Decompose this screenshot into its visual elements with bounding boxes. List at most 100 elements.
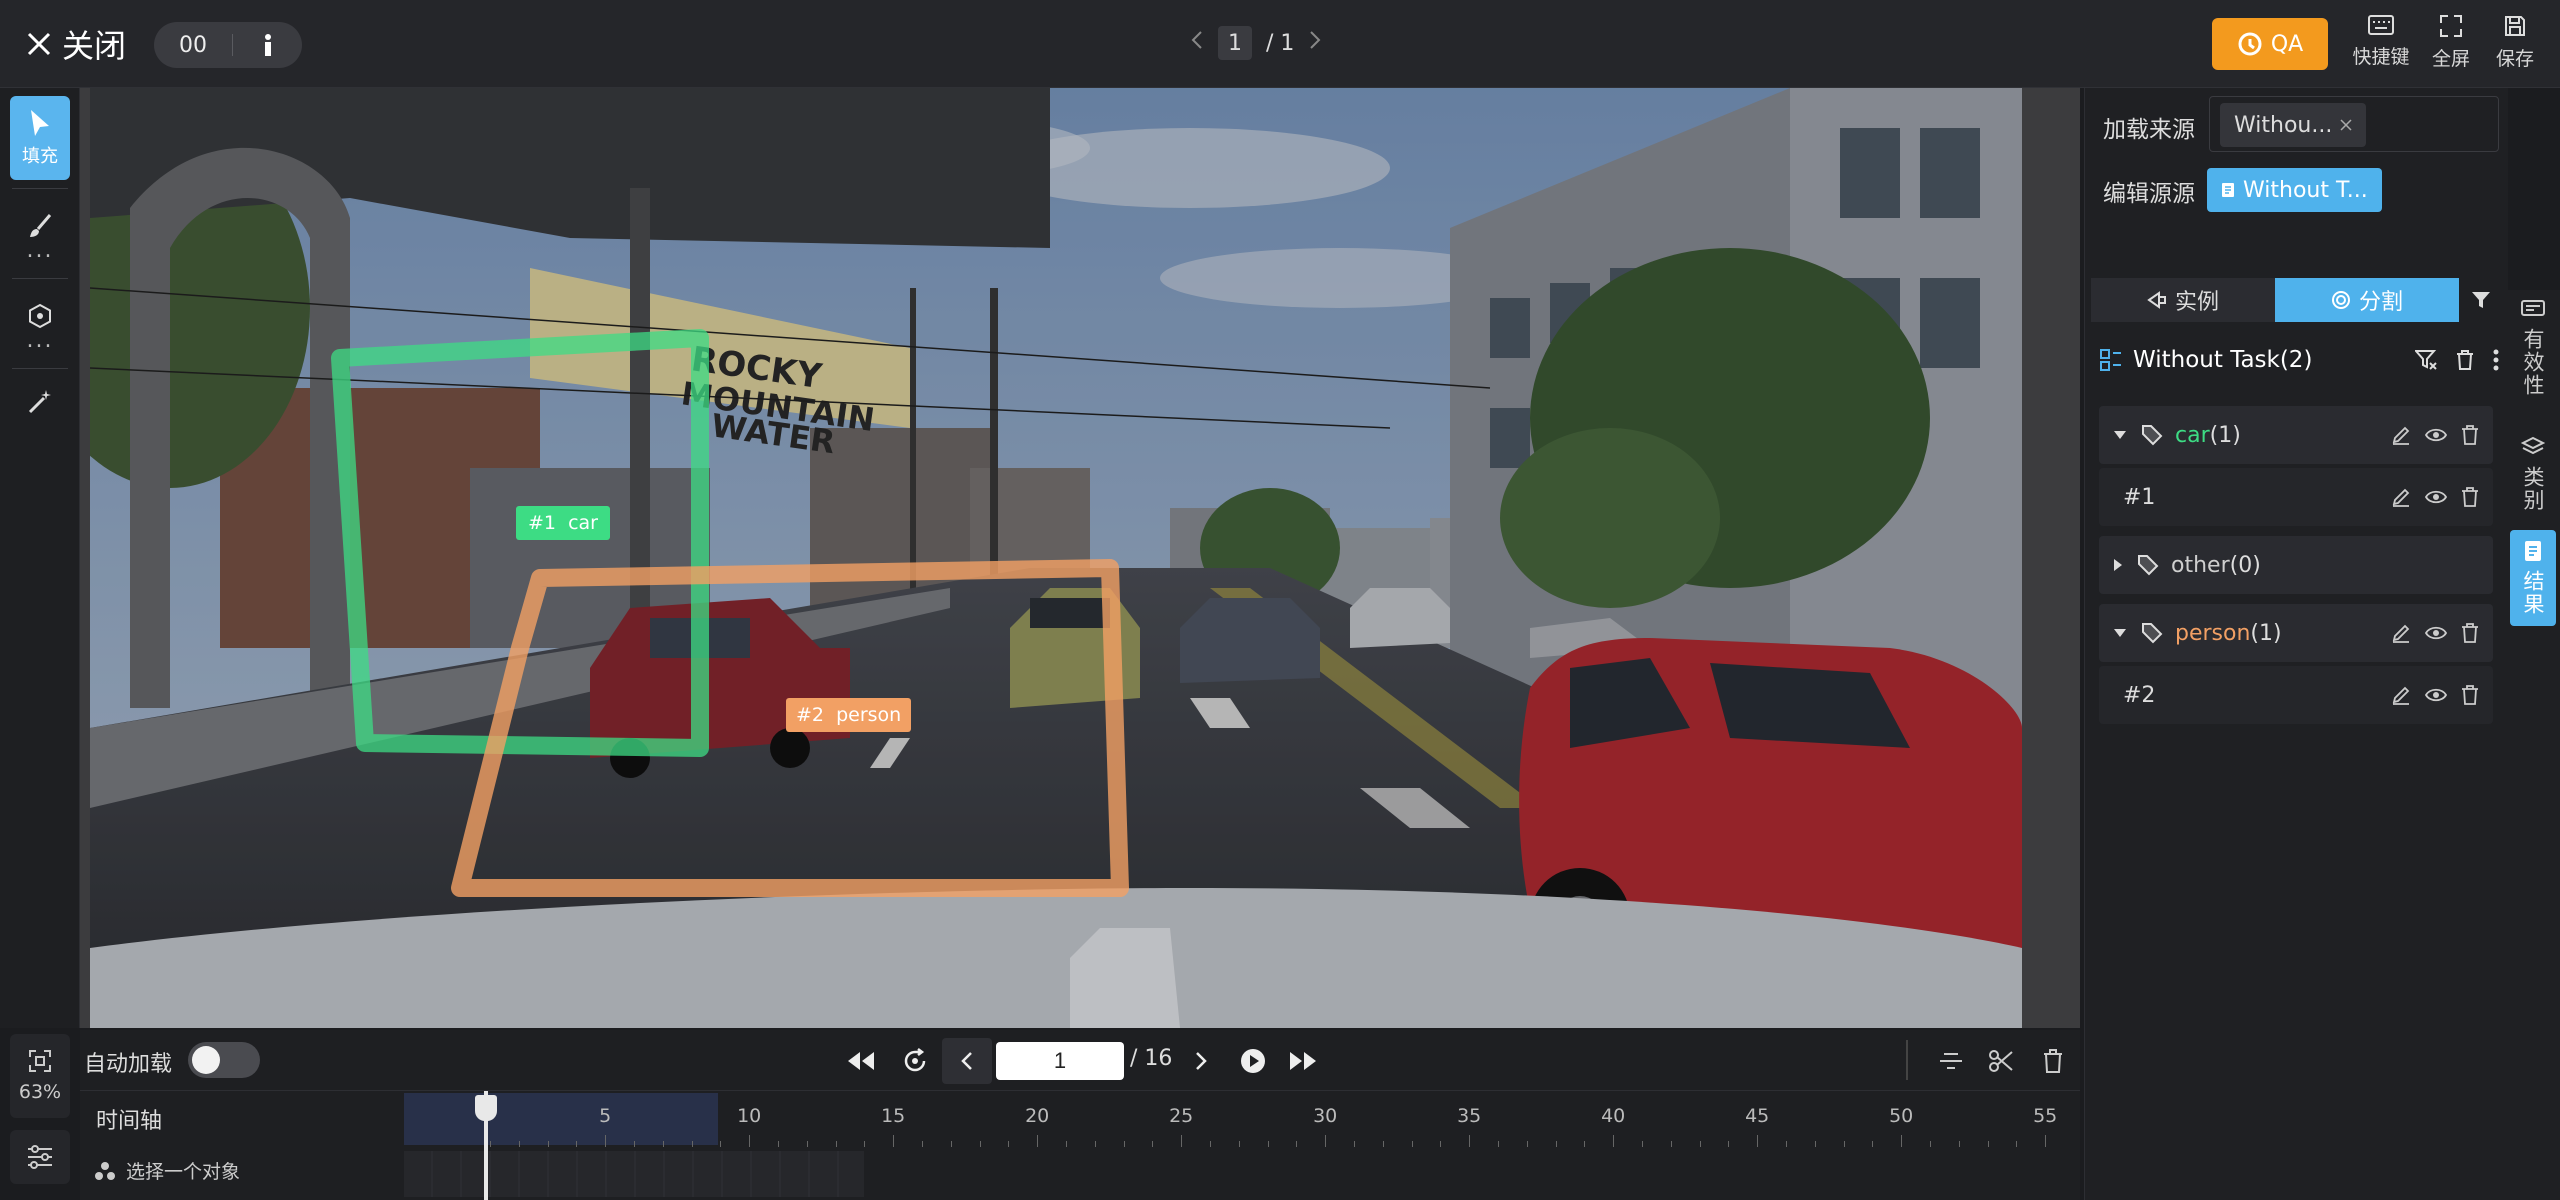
eye-icon[interactable] — [2425, 427, 2447, 443]
replay-icon[interactable] — [898, 1044, 932, 1078]
auto-load-toggle[interactable] — [188, 1042, 260, 1078]
ruler-tick — [2045, 1135, 2047, 1147]
item-actions — [2391, 468, 2479, 526]
rail-category[interactable]: 类别 — [2510, 426, 2556, 522]
trash-icon[interactable] — [2036, 1044, 2070, 1078]
ruler-tick — [605, 1135, 607, 1147]
qa-button[interactable]: QA — [2212, 18, 2328, 70]
task-actions — [2415, 349, 2499, 371]
chevron-left-icon — [961, 1052, 972, 1070]
list-item[interactable]: #2 — [2099, 666, 2493, 724]
filter-button[interactable] — [2459, 278, 2503, 322]
ruler-tick — [1123, 1141, 1125, 1147]
pointer-icon — [31, 110, 49, 136]
fullscreen-button[interactable]: 全屏 — [2416, 14, 2486, 71]
top-pager: 1 / 1 — [1190, 26, 1322, 60]
ruler-tick — [1987, 1141, 1989, 1147]
ruler-tick-label: 35 — [1457, 1105, 1482, 1127]
timeline-panel: 时间轴 5 10 15 20 25 30 35 40 45 50 55 选择一个对象 — [80, 1090, 2080, 1200]
chevron-left-icon[interactable] — [1190, 30, 1204, 56]
tab-segment[interactable]: 分割 — [2275, 278, 2459, 322]
caret-right-icon[interactable] — [2113, 558, 2123, 572]
layers-icon — [2521, 436, 2545, 455]
ruler-tick — [1152, 1141, 1154, 1147]
fast-forward-icon[interactable] — [1286, 1044, 1320, 1078]
task-header: Without Task(2) — [2099, 338, 2499, 382]
shortcuts-button[interactable]: 快捷键 — [2346, 14, 2416, 69]
eye-icon[interactable] — [2425, 625, 2447, 641]
ruler-tick-label: 55 — [2033, 1105, 2058, 1127]
ruler-tick — [1296, 1141, 1298, 1147]
toolbar-divider — [12, 188, 68, 189]
more-vertical-icon[interactable] — [2493, 349, 2499, 371]
trash-icon[interactable] — [2461, 685, 2479, 705]
zoom-fit-button[interactable]: 63% — [10, 1034, 70, 1118]
page-current[interactable]: 1 — [1218, 26, 1252, 60]
trash-icon[interactable] — [2461, 623, 2479, 643]
car-annotation-label[interactable]: #1 car — [516, 506, 610, 540]
split-track-icon[interactable] — [1934, 1044, 1968, 1078]
rewind-icon[interactable] — [844, 1044, 878, 1078]
info-icon[interactable] — [233, 33, 302, 57]
group-person[interactable]: person(1) — [2099, 604, 2493, 662]
save-button[interactable]: 保存 — [2480, 14, 2550, 71]
tab-segment-label: 分割 — [2358, 290, 2403, 315]
edit-icon[interactable] — [2391, 425, 2411, 445]
annotation-canvas[interactable]: ROCKY MOUNTAIN WATER #1 car #2 person — [80, 88, 2080, 1028]
more-dots-icon[interactable]: ... — [27, 240, 54, 262]
polygon-tool[interactable]: ... — [10, 286, 70, 362]
edit-icon[interactable] — [2391, 623, 2411, 643]
ruler-tick — [864, 1141, 866, 1147]
group-car[interactable]: car(1) — [2099, 406, 2493, 464]
load-source-select[interactable]: Withou... — [2209, 96, 2499, 152]
select-object-hint[interactable]: 选择一个对象 — [94, 1157, 240, 1184]
shortcuts-label: 快捷键 — [2352, 46, 2410, 68]
scissors-icon[interactable] — [1984, 1044, 2018, 1078]
ruler-tick — [1354, 1141, 1355, 1147]
segment-icon — [2331, 291, 2350, 309]
settings-button[interactable] — [10, 1130, 70, 1184]
group-other[interactable]: other(0) — [2099, 536, 2493, 594]
close-icon[interactable] — [2340, 119, 2352, 131]
ruler-tick — [1094, 1141, 1096, 1147]
frame-input[interactable] — [996, 1042, 1124, 1080]
filter-icon — [2472, 292, 2490, 308]
rail-validity[interactable]: 有效性 — [2510, 290, 2556, 407]
ruler-tick — [749, 1135, 751, 1147]
object-track[interactable] — [404, 1151, 864, 1197]
trash-icon[interactable] — [2461, 487, 2479, 507]
instance-icon — [2147, 291, 2166, 309]
edit-icon[interactable] — [2391, 685, 2411, 705]
select-object-label: 选择一个对象 — [126, 1161, 241, 1183]
trash-icon[interactable] — [2455, 349, 2475, 371]
next-frame-button[interactable] — [1184, 1044, 1218, 1078]
edit-source-chip[interactable]: Without T... — [2207, 168, 2382, 212]
more-dots-icon[interactable]: ... — [27, 330, 54, 352]
trash-icon[interactable] — [2461, 425, 2479, 445]
magic-wand-icon — [28, 390, 51, 414]
tab-instance[interactable]: 实例 — [2091, 278, 2275, 322]
list-item[interactable]: #1 — [2099, 468, 2493, 526]
play-icon[interactable] — [1236, 1044, 1270, 1078]
eye-icon[interactable] — [2425, 489, 2447, 505]
fullscreen-label: 全屏 — [2431, 48, 2470, 70]
magic-wand-tool[interactable] — [10, 374, 70, 430]
person-annotation-label[interactable]: #2 person — [786, 698, 912, 732]
select-fill-tool[interactable]: 填充 — [10, 96, 70, 180]
ruler-tick — [547, 1141, 549, 1147]
timeline-ruler[interactable]: 5 10 15 20 25 30 35 40 45 50 55 — [402, 1091, 2062, 1147]
playhead-handle[interactable] — [475, 1095, 497, 1121]
keyboard-icon — [2368, 15, 2394, 35]
eye-icon[interactable] — [2425, 687, 2447, 703]
rail-result[interactable]: 结果 — [2510, 530, 2556, 626]
caret-down-icon[interactable] — [2113, 628, 2127, 638]
prev-frame-button[interactable] — [942, 1038, 992, 1084]
chevron-right-icon[interactable] — [1308, 30, 1322, 56]
filter-clear-icon[interactable] — [2415, 349, 2437, 371]
brush-tool[interactable]: ... — [10, 196, 70, 272]
select-fill-label: 填充 — [22, 146, 58, 167]
result-icon — [2525, 541, 2541, 561]
edit-icon[interactable] — [2391, 487, 2411, 507]
close-button[interactable]: 关闭 — [26, 20, 126, 68]
caret-down-icon[interactable] — [2113, 430, 2127, 440]
